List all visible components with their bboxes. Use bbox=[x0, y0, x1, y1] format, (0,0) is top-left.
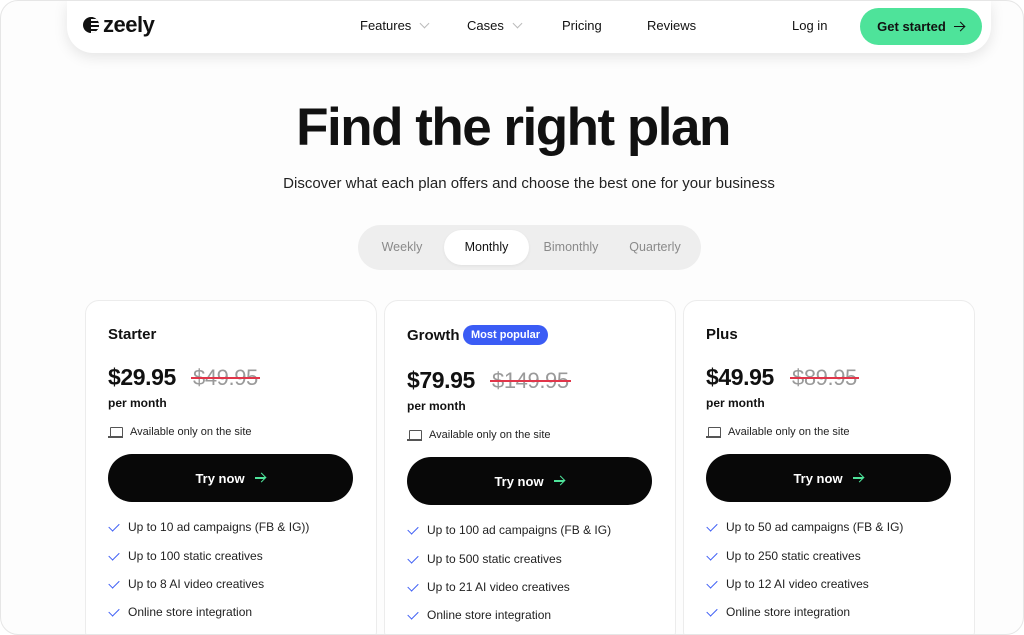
feature-text: Up to 250 static creatives bbox=[726, 549, 861, 563]
try-now-button[interactable]: Try now bbox=[108, 454, 353, 502]
strikethrough-line bbox=[490, 380, 571, 382]
check-icon bbox=[407, 522, 419, 535]
check-icon bbox=[407, 579, 419, 592]
feature-text: Up to 12 AI video creatives bbox=[726, 577, 869, 591]
nav-item-label: Cases bbox=[467, 18, 504, 33]
brand-name: zeely bbox=[103, 12, 155, 37]
list-item: Online store integration bbox=[706, 604, 851, 619]
plan-name: Growth bbox=[407, 327, 460, 344]
try-now-label: Try now bbox=[195, 470, 245, 486]
plan-name: Starter bbox=[108, 326, 157, 343]
plan-card-growth: Growth Most popular $79.95 $149.95 per m… bbox=[384, 300, 676, 634]
availability-note: Available only on the site bbox=[407, 429, 551, 441]
billing-period-toggle: Weekly Monthly Bimonthly Quarterly bbox=[358, 225, 701, 270]
most-popular-badge: Most popular bbox=[463, 325, 549, 345]
try-now-button[interactable]: Try now bbox=[407, 457, 652, 505]
feature-text: Up to 21 AI video creatives bbox=[427, 580, 570, 594]
zeely-logo-icon bbox=[83, 17, 99, 33]
list-item: Up to 21 AI video creatives bbox=[407, 579, 570, 594]
feature-text: Up to 10 ad campaigns (FB & IG)) bbox=[128, 520, 310, 534]
check-icon bbox=[706, 604, 718, 617]
nav-item-label: Features bbox=[360, 18, 412, 33]
try-now-label: Try now bbox=[494, 473, 544, 489]
nav-item-reviews[interactable]: Reviews bbox=[647, 18, 696, 33]
feature-text: Up to 100 ad campaigns (FB & IG) bbox=[427, 523, 612, 537]
check-icon bbox=[407, 551, 419, 564]
page-frame: zeely Features Cases Pricing Reviews Log… bbox=[0, 0, 1024, 635]
list-item: Up to 250 static creatives bbox=[706, 548, 861, 563]
top-navbar: zeely Features Cases Pricing Reviews Log… bbox=[67, 1, 991, 53]
feature-text: Up to 50 ad campaigns (FB & IG) bbox=[726, 520, 904, 534]
arrow-right-icon bbox=[953, 22, 965, 32]
check-icon bbox=[407, 607, 419, 620]
list-item: Up to 8 AI video creatives bbox=[108, 576, 265, 591]
nav-item-features[interactable]: Features bbox=[360, 18, 430, 33]
strikethrough-line bbox=[191, 377, 260, 379]
availability-note: Available only on the site bbox=[108, 426, 252, 438]
login-link[interactable]: Log in bbox=[792, 18, 827, 33]
plan-card-plus: Plus $49.95 $89.95 per month Available o… bbox=[683, 300, 975, 634]
get-started-label: Get started bbox=[877, 19, 946, 34]
check-icon bbox=[706, 548, 718, 561]
tab-quarterly[interactable]: Quarterly bbox=[614, 230, 696, 265]
nav-item-label: Reviews bbox=[647, 18, 697, 33]
feature-text: Online store integration bbox=[128, 605, 253, 619]
plan-price: $29.95 bbox=[108, 364, 176, 390]
plan-period: per month bbox=[108, 396, 167, 410]
check-icon bbox=[108, 576, 120, 589]
feature-text: Up to 100 static creatives bbox=[128, 549, 263, 563]
page-subtitle: Discover what each plan offers and choos… bbox=[283, 175, 775, 192]
arrow-right-icon bbox=[254, 473, 266, 483]
tab-weekly[interactable]: Weekly bbox=[363, 230, 441, 265]
feature-text: Online store integration bbox=[427, 608, 552, 622]
check-icon bbox=[108, 548, 120, 561]
page-title: Find the right plan bbox=[296, 98, 731, 157]
nav-item-label: Pricing bbox=[562, 18, 602, 33]
feature-text: Up to 8 AI video creatives bbox=[128, 577, 265, 591]
arrow-right-icon bbox=[553, 476, 565, 486]
plan-old-price: $149.95 bbox=[490, 368, 571, 394]
list-item: Up to 12 AI video creatives bbox=[706, 576, 869, 591]
list-item: Up to 50 ad campaigns (FB & IG) bbox=[706, 519, 904, 534]
try-now-label: Try now bbox=[793, 470, 843, 486]
check-icon bbox=[108, 519, 120, 532]
list-item: Up to 100 ad campaigns (FB & IG) bbox=[407, 522, 612, 537]
plan-name: Plus bbox=[706, 326, 738, 343]
tab-bimonthly[interactable]: Bimonthly bbox=[531, 230, 611, 265]
strikethrough-line bbox=[790, 377, 859, 379]
laptop-icon bbox=[108, 427, 123, 438]
feature-text: Up to 500 static creatives bbox=[427, 552, 562, 566]
laptop-icon bbox=[407, 430, 422, 441]
nav-item-pricing[interactable]: Pricing bbox=[562, 18, 602, 33]
check-icon bbox=[108, 604, 120, 617]
availability-text: Available only on the site bbox=[429, 429, 551, 441]
list-item: Up to 10 ad campaigns (FB & IG)) bbox=[108, 519, 310, 534]
laptop-icon bbox=[706, 427, 721, 438]
list-item: Up to 100 static creatives bbox=[108, 548, 263, 563]
plan-card-starter: Starter $29.95 $49.95 per month Availabl… bbox=[85, 300, 377, 634]
nav-item-cases[interactable]: Cases bbox=[467, 18, 523, 33]
plan-old-price: $89.95 bbox=[790, 365, 859, 391]
availability-text: Available only on the site bbox=[728, 426, 850, 438]
list-item: Online store integration bbox=[407, 607, 552, 622]
chevron-down-icon bbox=[419, 18, 430, 29]
list-item: Online store integration bbox=[108, 604, 253, 619]
chevron-down-icon bbox=[512, 18, 523, 29]
feature-text: Online store integration bbox=[726, 605, 851, 619]
plan-price: $79.95 bbox=[407, 367, 475, 393]
availability-text: Available only on the site bbox=[130, 426, 252, 438]
plan-price: $49.95 bbox=[706, 364, 774, 390]
list-item: Up to 500 static creatives bbox=[407, 551, 562, 566]
tab-monthly[interactable]: Monthly bbox=[444, 230, 529, 265]
try-now-button[interactable]: Try now bbox=[706, 454, 951, 502]
plan-period: per month bbox=[407, 399, 466, 413]
arrow-right-icon bbox=[852, 473, 864, 483]
plan-old-price: $49.95 bbox=[191, 365, 260, 391]
get-started-button[interactable]: Get started bbox=[860, 8, 982, 45]
check-icon bbox=[706, 519, 718, 532]
plan-period: per month bbox=[706, 396, 765, 410]
availability-note: Available only on the site bbox=[706, 426, 850, 438]
brand-logo[interactable]: zeely bbox=[83, 12, 155, 37]
check-icon bbox=[706, 576, 718, 589]
